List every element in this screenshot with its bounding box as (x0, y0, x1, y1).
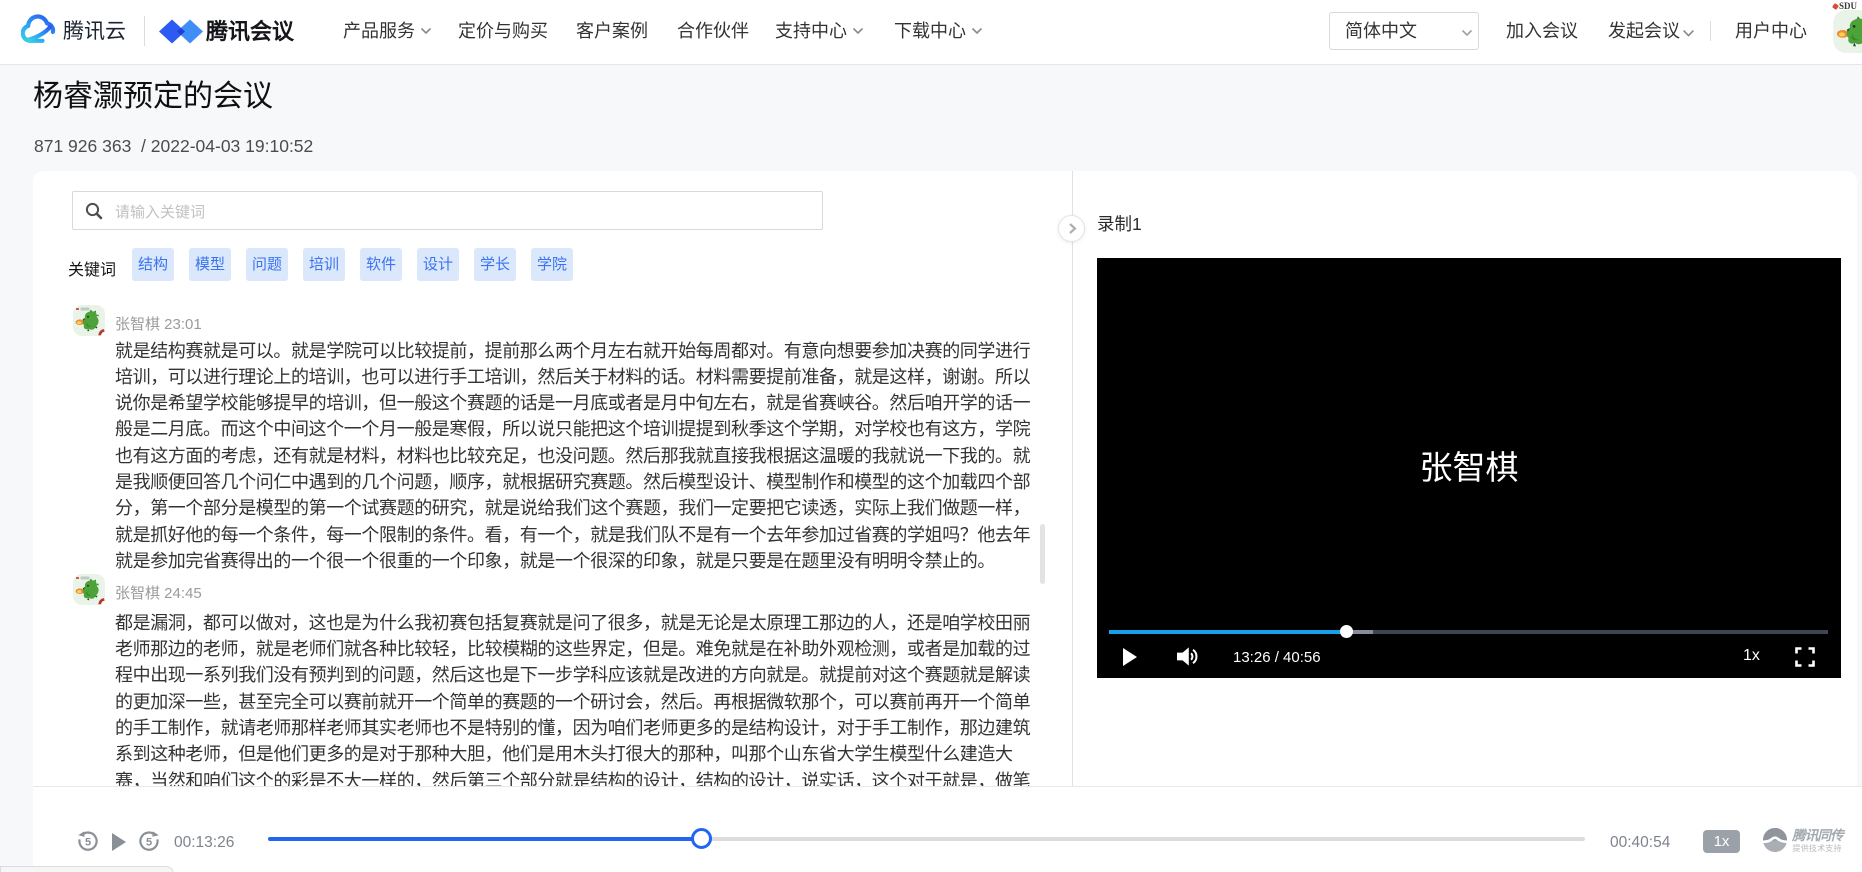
svg-text:5: 5 (85, 837, 91, 849)
svg-text:5: 5 (146, 837, 152, 849)
